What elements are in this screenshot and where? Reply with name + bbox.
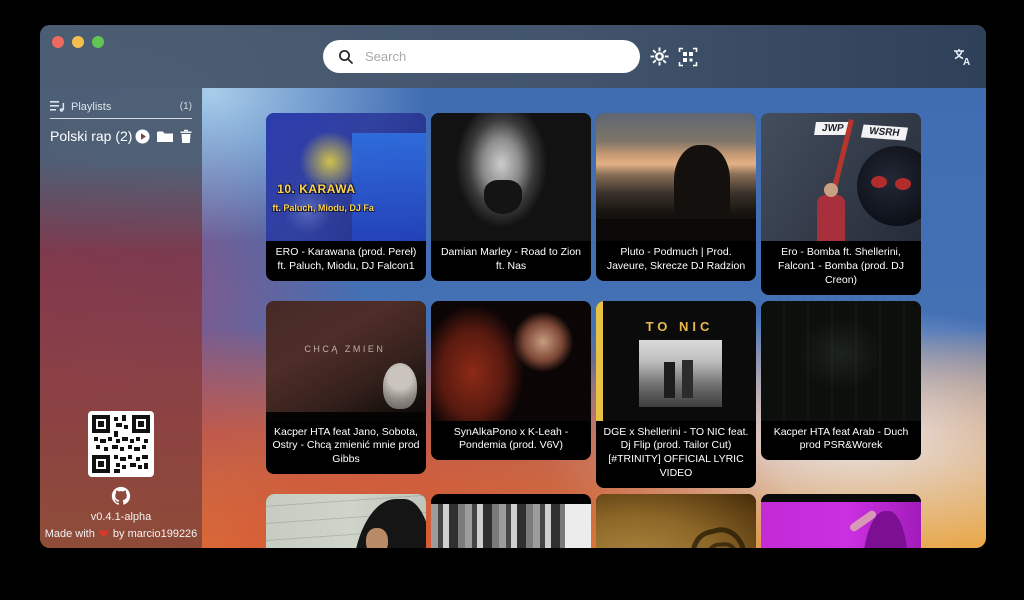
video-thumbnail: 10. KARAWA ft. Paluch, Miodu, DJ Fa xyxy=(266,113,426,241)
close-button[interactable] xyxy=(52,36,64,48)
thumb-art xyxy=(817,195,845,241)
video-card[interactable]: SynAlkaPono x K-Leah - Pondemia (prod. V… xyxy=(431,301,591,461)
video-card[interactable]: Kacper HTA feat Arab - Duch prod PSR&Wor… xyxy=(761,301,921,461)
search-area xyxy=(323,40,698,73)
playlists-count: (1) xyxy=(180,101,192,112)
thumb-art xyxy=(383,363,417,409)
thumb-art xyxy=(685,522,755,548)
video-title: DGE x Shellerini - TO NIC feat. Dj Flip … xyxy=(596,421,756,488)
svg-text:A: A xyxy=(963,57,970,67)
translate-icon[interactable]: A xyxy=(952,47,972,67)
app-version: v0.4.1-alpha xyxy=(40,511,202,523)
video-thumbnail xyxy=(761,494,921,548)
github-icon[interactable] xyxy=(40,486,202,506)
traffic-lights xyxy=(52,36,104,48)
video-title: ERO - Karawana (prod. Pereł) ft. Paluch,… xyxy=(266,241,426,281)
video-card[interactable] xyxy=(266,494,426,548)
toolbar: A xyxy=(40,25,986,88)
search-bar[interactable] xyxy=(323,40,640,73)
thumb-overlay-text: TO NIC xyxy=(603,319,756,334)
credit-suffix: by marcio199226 xyxy=(113,528,197,540)
playlist-list-icon xyxy=(50,100,65,113)
thumb-art xyxy=(674,145,730,223)
video-thumbnail xyxy=(431,301,591,421)
playlist-actions xyxy=(135,129,192,144)
video-thumbnail: JWP WSRH xyxy=(761,113,921,241)
thumb-art xyxy=(639,340,722,407)
playlists-label: Playlists xyxy=(71,101,111,113)
thumb-art xyxy=(352,499,426,548)
video-title: Kacper HTA feat Arab - Duch prod PSR&Wor… xyxy=(761,421,921,461)
video-title: Ero - Bomba ft. Shellerini, Falcon1 - Bo… xyxy=(761,241,921,295)
gear-icon[interactable] xyxy=(649,47,669,67)
video-card[interactable]: Damian Marley - Road to Zion ft. Nas xyxy=(431,113,591,281)
video-title: Pluto - Podmuch | Prod. Javeure, Skrecze… xyxy=(596,241,756,281)
video-title: Damian Marley - Road to Zion ft. Nas xyxy=(431,241,591,281)
thumb-overlay-text: CHCĄ ZMIEN xyxy=(304,344,385,354)
sidebar: Playlists (1) Polski rap (2) xyxy=(40,88,202,548)
thumb-art xyxy=(352,133,426,241)
thumb-art xyxy=(857,146,921,226)
video-thumbnail xyxy=(266,494,426,548)
qr-code xyxy=(88,411,154,477)
app-window: A Playlists (1) Polski rap (2) xyxy=(40,25,986,548)
credit-prefix: Made with xyxy=(45,528,95,540)
video-card[interactable] xyxy=(431,494,591,548)
thumb-overlay-text: ft. Paluch, Miodu, DJ Fa xyxy=(272,203,374,213)
video-title: SynAlkaPono x K-Leah - Pondemia (prod. V… xyxy=(431,421,591,461)
video-card[interactable] xyxy=(596,494,756,548)
sidebar-item-playlist[interactable]: Polski rap (2) xyxy=(40,128,202,144)
video-thumbnail xyxy=(431,494,591,548)
video-card[interactable]: Pluto - Podmuch | Prod. Javeure, Skrecze… xyxy=(596,113,756,281)
sidebar-footer: v0.4.1-alpha Made with ❤ by marcio199226 xyxy=(40,411,202,541)
video-thumbnail: TO NIC xyxy=(596,301,756,421)
search-input[interactable] xyxy=(365,49,627,64)
thumb-art xyxy=(596,219,756,241)
video-thumbnail: CHCĄ ZMIEN xyxy=(266,301,426,421)
thumb-art xyxy=(862,511,908,548)
qr-scan-icon[interactable] xyxy=(678,47,698,67)
video-card[interactable]: TO NIC DGE x Shellerini - TO NIC feat. D… xyxy=(596,301,756,488)
trash-icon[interactable] xyxy=(180,129,192,143)
video-card[interactable]: JWP WSRH Ero - Bomba ft. Shellerini, Fal… xyxy=(761,113,921,295)
folder-icon[interactable] xyxy=(157,130,173,143)
video-thumbnail xyxy=(431,113,591,241)
playlist-name: Polski rap (2) xyxy=(50,128,132,144)
heart-icon: ❤ xyxy=(99,527,109,541)
video-title: Kacper HTA feat Jano, Sobota, Ostry - Ch… xyxy=(266,421,426,475)
thumb-overlay-text: WSRH xyxy=(861,124,908,140)
video-thumbnail xyxy=(596,113,756,241)
thumb-art xyxy=(366,528,388,548)
video-grid: 10. KARAWA ft. Paluch, Miodu, DJ Fa ERO … xyxy=(266,113,986,548)
thumb-overlay-text: 10. KARAWA xyxy=(277,182,355,196)
search-icon xyxy=(336,47,356,67)
playlists-header: Playlists (1) xyxy=(50,100,192,119)
main-content: 10. KARAWA ft. Paluch, Miodu, DJ Fa ERO … xyxy=(202,88,986,548)
video-card[interactable]: 10. KARAWA ft. Paluch, Miodu, DJ Fa ERO … xyxy=(266,113,426,281)
video-card[interactable]: CHCĄ ZMIEN Kacper HTA feat Jano, Sobota,… xyxy=(266,301,426,475)
video-thumbnail xyxy=(761,301,921,421)
video-thumbnail xyxy=(596,494,756,548)
play-icon[interactable] xyxy=(135,129,150,144)
credit-line: Made with ❤ by marcio199226 xyxy=(40,527,202,541)
zoom-button[interactable] xyxy=(92,36,104,48)
video-card[interactable] xyxy=(761,494,921,548)
minimize-button[interactable] xyxy=(72,36,84,48)
